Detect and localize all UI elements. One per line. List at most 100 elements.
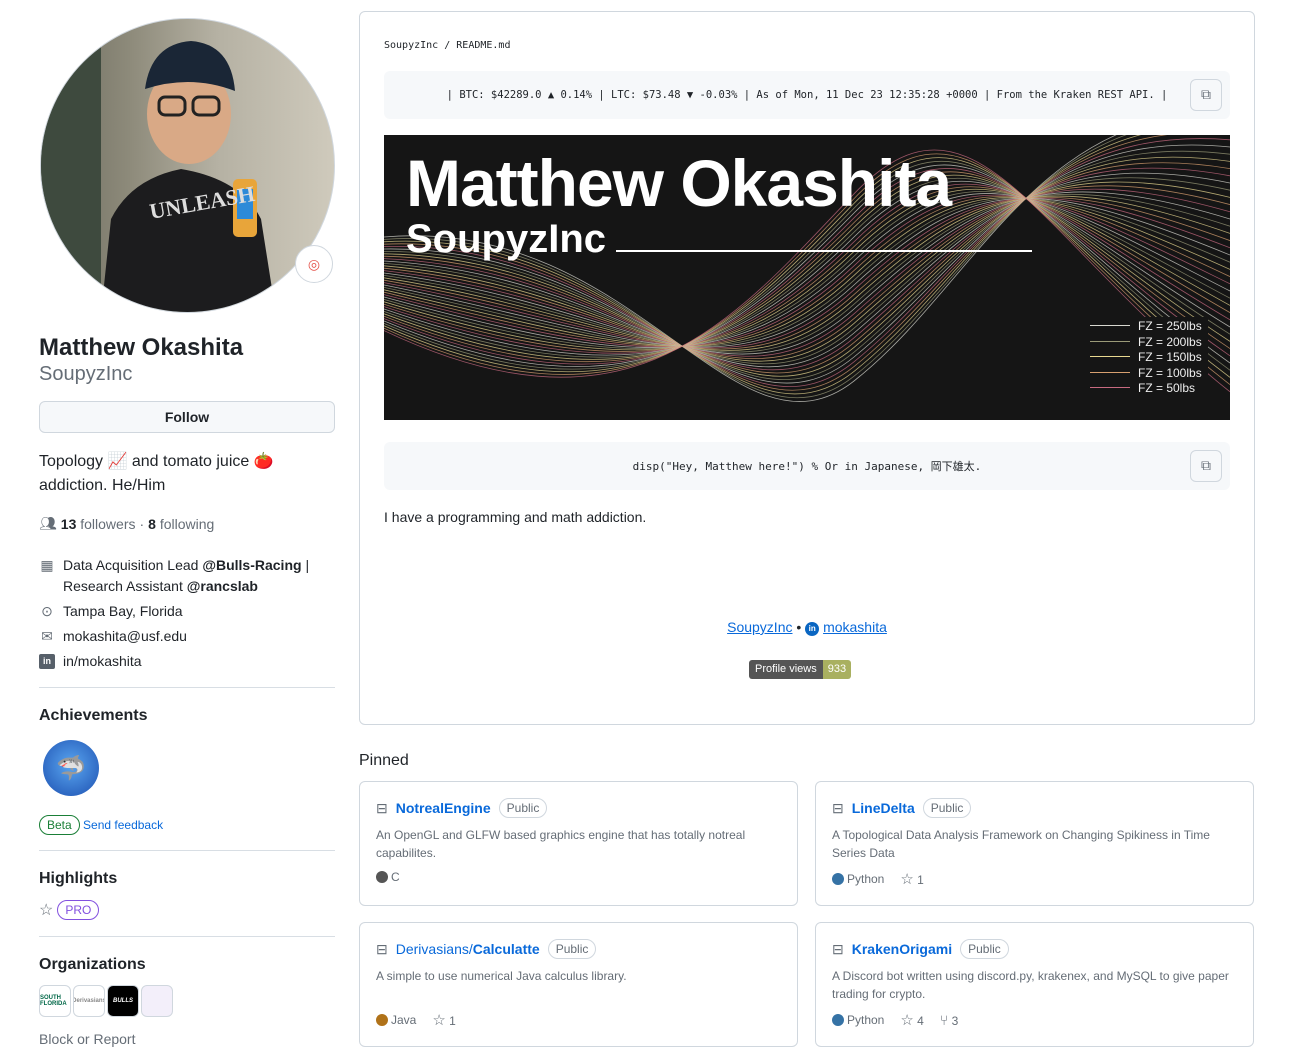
visibility-badge: Public — [547, 939, 597, 959]
repo-language: Java — [376, 1013, 416, 1027]
follow-stats: 👥︎ 13 followers · 8 following — [39, 515, 215, 532]
linkedin-link[interactable]: mokashita — [823, 619, 887, 635]
copy-icon: ⧉ — [1201, 87, 1211, 103]
copy-icon: ⧉ — [1201, 458, 1211, 474]
repo-name-link[interactable]: KrakenOrigami — [852, 941, 952, 957]
followers-link[interactable]: 13 followers — [61, 516, 136, 532]
achievements-title: Achievements — [39, 707, 148, 724]
bulls-racing-link[interactable]: @Bulls-Racing — [202, 557, 301, 573]
readme-card: SoupyzInc / README.md | BTC: $42289.0 ▲ … — [359, 11, 1255, 725]
divider — [39, 850, 335, 851]
readme-links: SoupyzInc • in mokashita — [727, 619, 887, 636]
fork-icon: ⑂ — [939, 1012, 949, 1028]
divider — [39, 936, 335, 937]
achievements-beta: Beta Send feedback — [39, 815, 163, 835]
banner-legend: FZ = 250lbs FZ = 200lbs FZ = 150lbs FZ = 10… — [1084, 317, 1208, 399]
readme-about: I have a programming and math addiction. — [384, 509, 647, 525]
repo-language: C — [376, 870, 400, 884]
organizations-list: SOUTH FLORIDA Derivasians BULLS rancslab — [39, 985, 175, 1017]
visibility-badge: Public — [960, 939, 1009, 959]
star-icon: ☆ — [900, 1012, 914, 1029]
visibility-badge: Public — [922, 798, 972, 818]
star-icon: ☆ — [39, 902, 54, 919]
legend-line — [1090, 340, 1130, 342]
profile-location: ⊙ Tampa Bay, Florida — [39, 601, 182, 622]
banner-subtitle: SoupyzInc — [406, 217, 607, 261]
language-color-icon — [832, 873, 844, 885]
linkedin-icon: in — [805, 622, 820, 636]
linkedin-icon: in — [39, 654, 55, 669]
building-icon: ▦ — [40, 557, 54, 573]
divider — [39, 687, 335, 688]
profile-views-badge: Profile views 933 — [749, 660, 852, 679]
org-rancslab[interactable]: rancslab — [141, 985, 173, 1017]
crypto-ticker-code-block: | BTC: $42289.0 ▲ 0.14% | LTC: $73.48 ▼ … — [384, 71, 1230, 119]
profile-linkedin[interactable]: in in/mokashita — [39, 651, 142, 672]
repo-name-link[interactable]: NotrealEngine — [396, 800, 491, 816]
tomato-emoji-icon: 🍅 — [253, 453, 274, 470]
profile-email[interactable]: ✉ mokashita@usf.edu — [39, 626, 187, 647]
repo-stars-link[interactable]: ☆ 1 — [900, 870, 923, 888]
send-feedback-link[interactable]: Send feedback — [83, 818, 163, 832]
repo-stars-link[interactable]: ☆ 1 — [432, 1011, 455, 1029]
repo-name-link[interactable]: LineDelta — [852, 800, 915, 816]
organizations-title: Organizations — [39, 956, 146, 973]
banner-title: Matthew Okashita — [406, 146, 952, 220]
highlights-title: Highlights — [39, 870, 118, 887]
repo-icon: ⊟ — [376, 940, 388, 957]
achievement-badge-icon[interactable]: 🦈 — [43, 740, 99, 796]
pinned-repo-card: ⊟ NotrealEngine Public An OpenGL and GLFW … — [359, 781, 798, 906]
profile-bio: Topology 📈 and tomato juice 🍅 addiction.… — [39, 453, 274, 494]
repo-description: An OpenGL and GLFW based graphics engine… — [376, 828, 746, 860]
copy-button[interactable]: ⧉ — [1190, 450, 1222, 482]
block-report-link[interactable]: Block or Report — [39, 1031, 135, 1047]
copy-button[interactable]: ⧉ — [1190, 79, 1222, 111]
language-color-icon — [376, 1014, 388, 1026]
pinned-repo-card: ⊟ LineDelta Public A Topological Data Anal… — [815, 781, 1254, 906]
pro-badge: PRO — [57, 900, 100, 920]
github-link[interactable]: SoupyzInc — [727, 619, 792, 635]
repo-description: A Topological Data Analysis Framework on… — [832, 828, 1210, 860]
repo-name-link[interactable]: Derivasians/Calculatte — [396, 941, 540, 957]
repo-language: Python — [832, 1013, 884, 1027]
profile-banner-image: Matthew Okashita SoupyzInc FZ = 250lbs FZ… — [384, 135, 1230, 420]
people-icon: 👥︎ — [39, 515, 57, 531]
pinned-repo-card: ⊟ Derivasians/Calculatte Public A simple t… — [359, 922, 798, 1047]
legend-line — [1090, 387, 1130, 388]
repo-icon: ⊟ — [832, 799, 844, 816]
repo-description: A simple to use numerical Java calculus … — [376, 969, 627, 983]
following-link[interactable]: 8 following — [148, 516, 214, 532]
repo-description: A Discord bot written using discord.py, … — [832, 969, 1229, 1001]
profile-name: Matthew Okashita — [39, 334, 244, 361]
breadcrumb-user-link[interactable]: SoupyzInc — [384, 40, 438, 51]
banner-underline — [616, 250, 1032, 252]
visibility-badge: Public — [498, 798, 548, 818]
legend-entry: FZ = 250lbs — [1090, 319, 1202, 335]
repo-forks-link[interactable]: ⑂ 3 — [940, 1012, 958, 1028]
follow-button[interactable]: Follow — [39, 401, 335, 433]
star-icon: ☆ — [432, 1012, 446, 1029]
beta-badge: Beta — [39, 815, 80, 835]
readme-breadcrumb: SoupyzInc / README.md — [384, 40, 511, 51]
legend-entry: FZ = 100lbs — [1090, 366, 1202, 382]
greeting-code-block: disp("Hey, Matthew here!") % Or in Japan… — [384, 442, 1230, 490]
legend-line — [1090, 325, 1130, 326]
pinned-repo-card: ⊟ KrakenOrigami Public A Discord bot writt… — [815, 922, 1254, 1047]
language-color-icon — [376, 871, 388, 883]
pinned-title: Pinned — [359, 752, 409, 769]
status-target-icon[interactable]: ◎ — [295, 245, 333, 283]
star-icon: ☆ — [900, 871, 914, 888]
rancslab-link[interactable]: @rancslab — [187, 578, 258, 594]
org-derivasians[interactable]: Derivasians — [73, 985, 105, 1017]
legend-entry: FZ = 150lbs — [1090, 350, 1202, 366]
avatar[interactable]: UNLEASH — [40, 18, 335, 313]
profile-username: SoupyzInc — [39, 363, 133, 385]
mail-icon: ✉ — [41, 628, 53, 644]
org-usf[interactable]: SOUTH FLORIDA — [39, 985, 71, 1017]
legend-line — [1090, 356, 1130, 357]
legend-entry: FZ = 50lbs — [1090, 381, 1202, 397]
location-icon: ⊙ — [41, 603, 53, 619]
repo-stars-link[interactable]: ☆ 4 — [900, 1011, 923, 1029]
org-bulls-racing[interactable]: BULLS — [107, 985, 139, 1017]
chart-emoji-icon: 📈 — [107, 453, 128, 470]
